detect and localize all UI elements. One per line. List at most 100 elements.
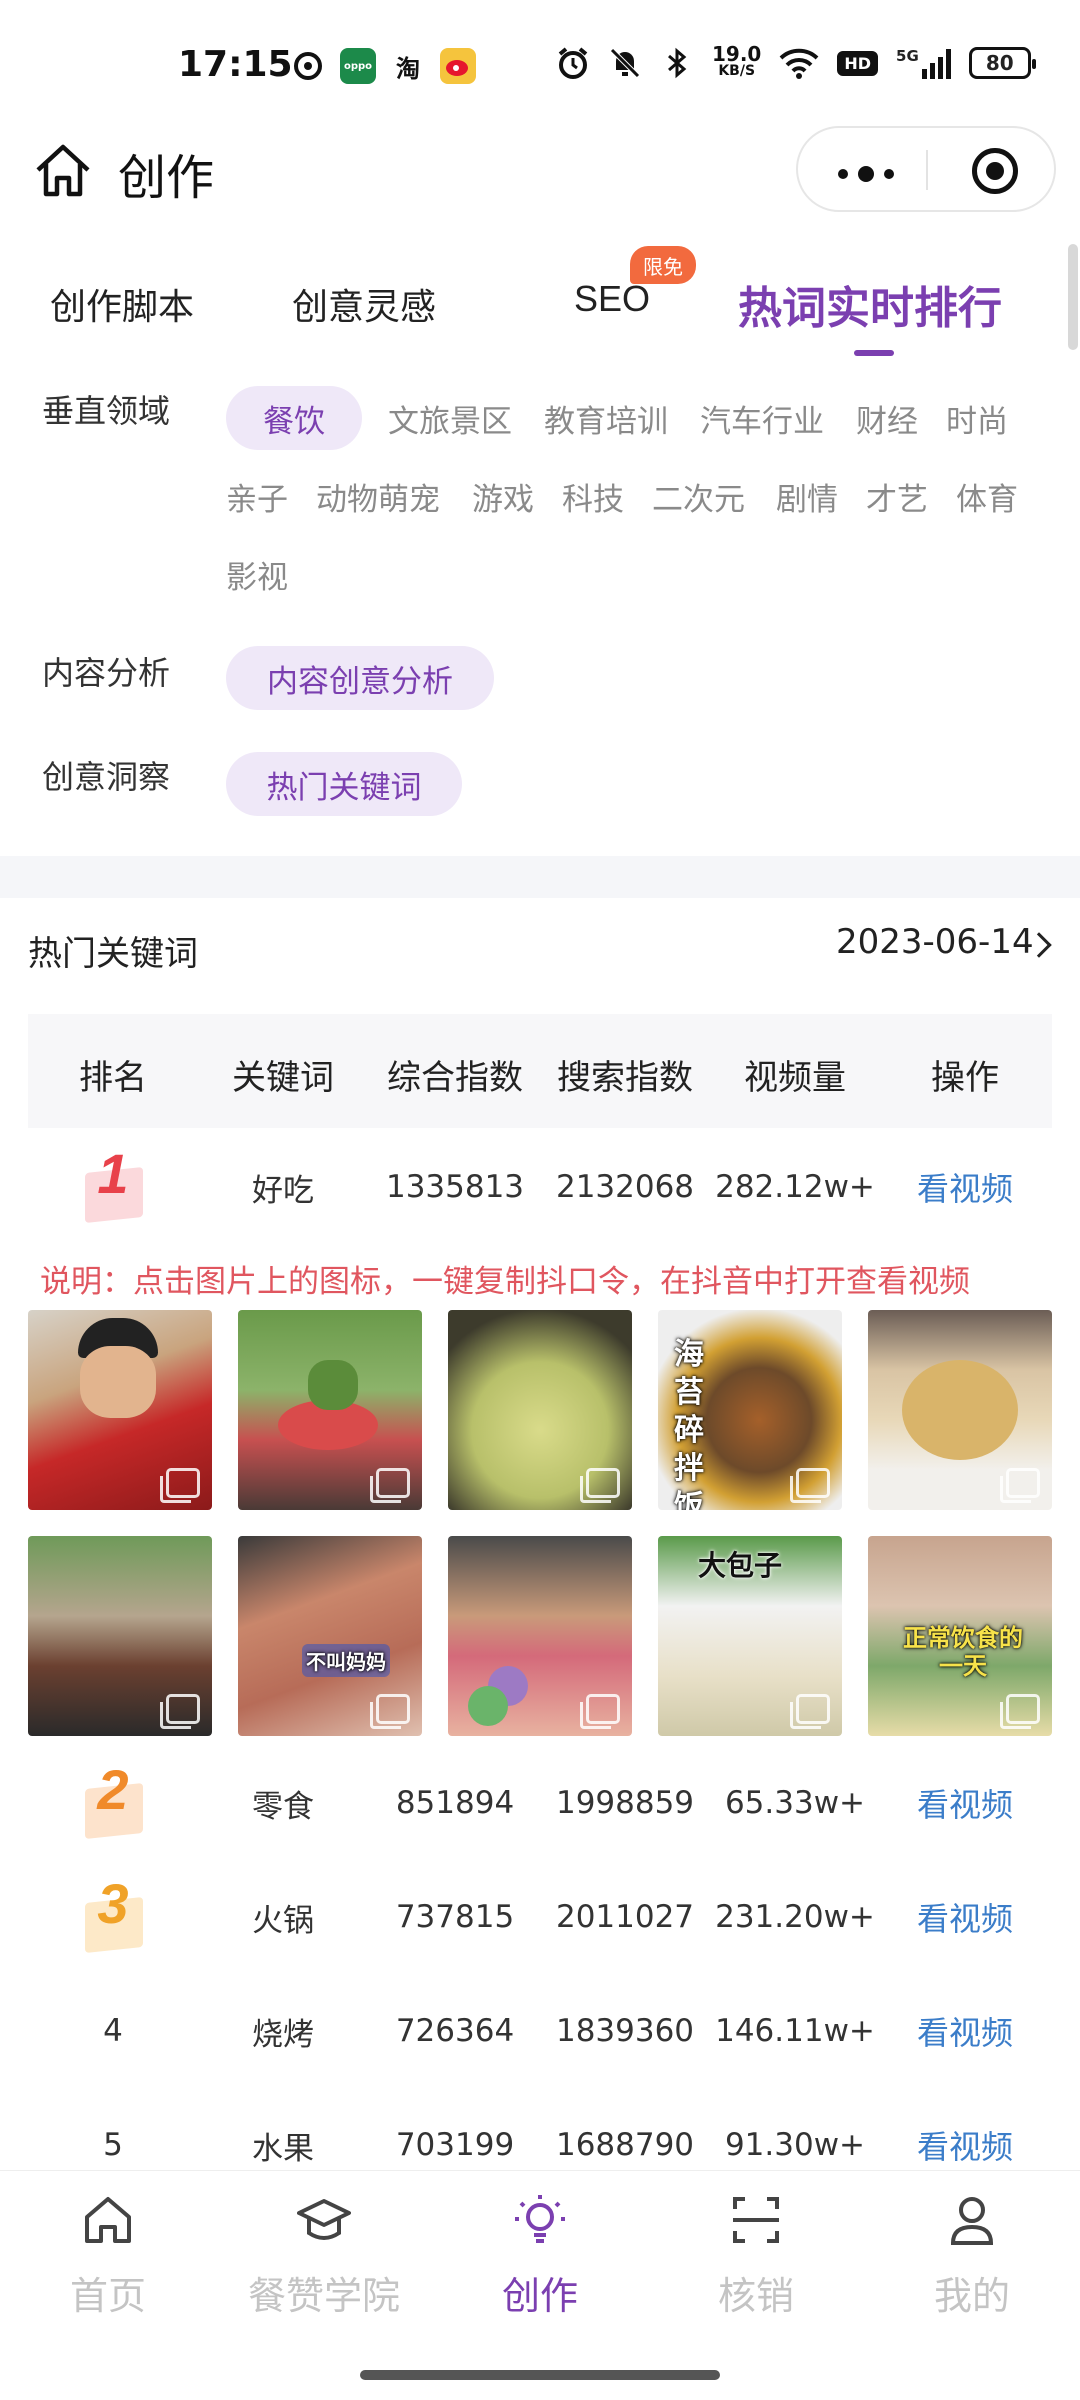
nav-label: 创作 xyxy=(501,2274,578,2318)
mute-icon xyxy=(610,48,640,78)
copy-icon[interactable] xyxy=(790,1468,830,1503)
nav-create[interactable]: 创作 xyxy=(432,2193,648,2320)
rank-cell: 5 xyxy=(103,2127,123,2163)
keyword-cell: 烧烤 xyxy=(252,2016,314,2053)
watch-video-link[interactable]: 看视频 xyxy=(880,1974,1050,2088)
video-thumbnail[interactable]: 海苔碎拌饭 xyxy=(658,1310,842,1510)
chip-option[interactable]: 科技 xyxy=(562,474,624,519)
chip-content-analysis-selected[interactable]: 内容创意分析 xyxy=(226,646,494,710)
keyword-cell: 零食 xyxy=(252,1788,314,1825)
net-speed: 19.0 KB/S xyxy=(712,44,761,80)
chip-option[interactable]: 动物萌宠 xyxy=(316,474,440,519)
nav-me[interactable]: 我的 xyxy=(864,2193,1080,2320)
top-tabs: 创作脚本 创意灵感 SEO 限免 热词实时排行 xyxy=(0,240,1080,370)
content-analysis-label: 内容分析 xyxy=(42,654,171,692)
chip-option[interactable]: 教育培训 xyxy=(544,396,668,441)
copy-icon[interactable] xyxy=(370,1694,410,1729)
watch-video-link[interactable]: 看视频 xyxy=(880,1860,1050,1974)
copy-icon[interactable] xyxy=(790,1694,830,1729)
copy-icon[interactable] xyxy=(370,1468,410,1503)
chip-catering-selected[interactable]: 餐饮 xyxy=(226,386,362,450)
battery-icon: 80 xyxy=(968,47,1036,79)
copy-icon[interactable] xyxy=(160,1694,200,1729)
chip-option[interactable]: 文旅景区 xyxy=(388,396,512,441)
nav-verify[interactable]: 核销 xyxy=(648,2193,864,2320)
tab-inspiration[interactable]: 创意灵感 xyxy=(292,278,436,330)
video-thumbnail[interactable]: 正常饮食的一天 xyxy=(868,1536,1052,1736)
watch-video-link[interactable]: 看视频 xyxy=(880,1746,1050,1860)
search-cell: 2132068 xyxy=(555,1169,695,1205)
rank-cell: 3 xyxy=(28,1860,198,1974)
keyword-cell: 好吃 xyxy=(252,1172,314,1209)
copy-icon[interactable] xyxy=(580,1468,620,1503)
video-thumbnail[interactable] xyxy=(28,1310,212,1510)
net-speed-unit: KB/S xyxy=(718,63,756,79)
tab-seo[interactable]: SEO xyxy=(574,278,650,320)
chip-option[interactable]: 财经 xyxy=(856,396,918,441)
home-indicator xyxy=(360,2370,720,2380)
scan-icon xyxy=(733,2197,779,2243)
nav-label: 我的 xyxy=(933,2274,1010,2318)
chip-option[interactable]: 时尚 xyxy=(946,396,1008,441)
video-thumbnail[interactable] xyxy=(448,1310,632,1510)
more-icon[interactable] xyxy=(838,166,894,182)
alarm-icon xyxy=(558,47,588,79)
status-right: 19.0 KB/S HD 5G 80 xyxy=(556,44,1036,80)
user-icon xyxy=(950,2197,994,2245)
chip-option[interactable]: 体育 xyxy=(956,474,1018,519)
wifi-icon xyxy=(779,48,819,79)
tab-script[interactable]: 创作脚本 xyxy=(50,278,194,330)
watch-video-link[interactable]: 看视频 xyxy=(880,2088,1050,2178)
chip-option[interactable]: 亲子 xyxy=(226,474,288,519)
videos-cell: 146.11w+ xyxy=(715,2013,875,2049)
tabs-scroll-indicator xyxy=(1068,244,1078,350)
app-icon-1 xyxy=(290,48,326,84)
thumbnail-caption: 不叫妈妈 xyxy=(302,1644,390,1677)
video-thumbnail[interactable] xyxy=(448,1536,632,1736)
video-thumbnail[interactable] xyxy=(868,1310,1052,1510)
date-selector[interactable]: 2023-06-14 xyxy=(836,922,1034,962)
video-thumbnail[interactable]: 不叫妈妈 xyxy=(238,1536,422,1736)
copy-icon[interactable] xyxy=(1000,1468,1040,1503)
weibo-icon xyxy=(440,48,476,84)
copy-icon[interactable] xyxy=(1000,1694,1040,1729)
video-thumbnail[interactable]: 大包子 xyxy=(658,1536,842,1736)
rank-number: 2 xyxy=(97,1757,129,1821)
copy-icon[interactable] xyxy=(580,1694,620,1729)
search-cell: 1839360 xyxy=(555,2013,695,2049)
chip-option[interactable]: 影视 xyxy=(226,552,288,597)
bluetooth-icon xyxy=(668,47,687,79)
nav-label: 核销 xyxy=(717,2274,794,2318)
status-time: 17:15 xyxy=(178,44,293,85)
page-title: 创作 xyxy=(118,150,215,206)
rank-badge-2: 2 xyxy=(79,1758,147,1840)
target-icon[interactable] xyxy=(972,148,1018,194)
home-icon[interactable] xyxy=(34,142,92,198)
chip-option[interactable]: 剧情 xyxy=(776,474,838,519)
tab-hot-ranking[interactable]: 热词实时排行 xyxy=(738,272,1002,336)
nav-home[interactable]: 首页 xyxy=(0,2193,216,2320)
thumbnail-caption: 正常饮食的一天 xyxy=(903,1624,1023,1680)
video-thumbnail[interactable] xyxy=(28,1536,212,1736)
rank-cell: 1 xyxy=(28,1130,198,1244)
rank-cell: 4 xyxy=(103,2013,123,2049)
chip-option[interactable]: 汽车行业 xyxy=(700,396,824,441)
capsule-divider xyxy=(926,150,928,190)
rank-number: 1 xyxy=(97,1141,129,1205)
miniapp-capsule xyxy=(796,126,1056,212)
nav-academy[interactable]: 餐赞学院 xyxy=(216,2193,432,2320)
bottom-nav: 首页 餐赞学院 创作 核销 我的 xyxy=(0,2170,1080,2400)
search-cell: 1688790 xyxy=(555,2127,695,2163)
table-row: 5 水果 703199 1688790 91.30w+ 看视频 xyxy=(28,2088,1052,2178)
watch-video-link[interactable]: 看视频 xyxy=(880,1130,1050,1244)
copy-icon[interactable] xyxy=(160,1468,200,1503)
chip-option[interactable]: 才艺 xyxy=(866,474,928,519)
videos-cell: 231.20w+ xyxy=(715,1899,875,1935)
chip-hot-keywords-selected[interactable]: 热门关键词 xyxy=(226,752,462,816)
composite-cell: 737815 xyxy=(395,1899,515,1935)
chip-option[interactable]: 二次元 xyxy=(652,474,745,519)
signal-label: 5G xyxy=(896,47,919,65)
table-row: 4 烧烤 726364 1839360 146.11w+ 看视频 xyxy=(28,1974,1052,2088)
chip-option[interactable]: 游戏 xyxy=(472,474,534,519)
video-thumbnail[interactable] xyxy=(238,1310,422,1510)
